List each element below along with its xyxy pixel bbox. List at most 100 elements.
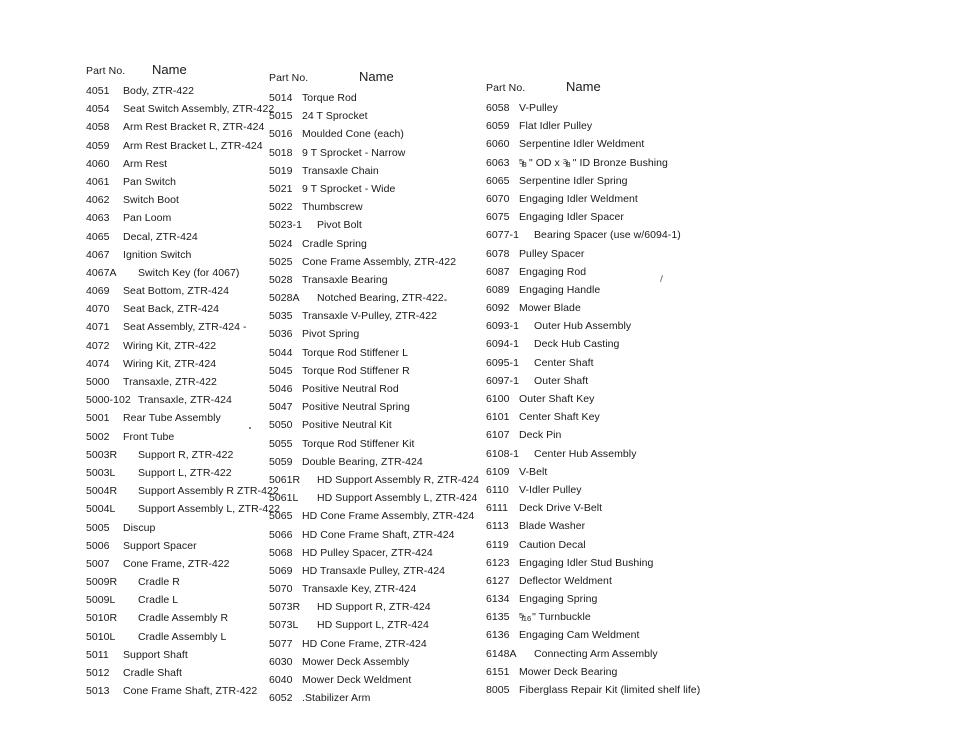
part-name: Transaxle Key, ZTR-424 [302,583,417,596]
part-number: 5012 [86,667,110,679]
part-name: Discup [123,521,156,534]
part-name: Engaging Idler Spacer [519,211,624,224]
fraction: 5/8 [519,156,527,169]
table-row: 5004L Support Assembly L, ZTR-422 [86,500,280,518]
table-row: 5009R Cradle R [86,573,276,591]
parts-rows: 6058 V-Pulley 6059 Flat Idler Pulley 6060 Ser… [486,99,701,699]
table-row: 5022 Thumbscrew [269,198,484,216]
table-row: 5059 Double Bearing, ZTR-424 [269,453,484,471]
table-row: 5000-102 Transaxle, ZTR-424 [86,391,276,409]
table-row: 6110 V-Idler Pulley [486,481,701,499]
table-row: 5065 HD Cone Frame Assembly, ZTR-424 [269,507,484,525]
table-row: 5046 Positive Neutral Rod [269,380,484,398]
table-row: 6134 Engaging Spring [486,590,701,608]
part-name: HD Pulley Spacer, ZTR-424 [302,546,433,559]
part-number: 6058 [486,102,510,114]
part-name: Ignition Switch [123,248,192,261]
parts-rows: 5014 Torque Rod 5015 24 T Sprocket 5016 Mould… [269,89,484,707]
part-name: Pulley Spacer [519,247,585,260]
part-number: 4051 [86,85,110,97]
part-name: Arm Rest Bracket L, ZTR-424 [123,139,263,152]
table-row: 5047 Positive Neutral Spring [269,398,484,416]
table-row: 5001 Rear Tube Assembly [86,409,276,427]
table-row: 5073R HD Support R, ZTR-424 [269,598,484,616]
part-name: Double Bearing, ZTR-424 [302,455,423,468]
table-row: 6151 Mower Deck Bearing [486,663,701,681]
parts-rows: 4051 Body, ZTR-422 4054 Seat Switch Assembl… [86,82,280,700]
part-number: 6108-1 [486,447,519,460]
table-row: 6136 Engaging Cam Weldment [486,626,701,644]
part-name: Moulded Cone (each) [302,128,404,141]
table-row: 5013 Cone Frame Shaft, ZTR-422 [86,682,276,700]
part-number: 6135 [486,611,510,624]
part-name: HD Transaxle Pulley, ZTR-424 [302,564,446,577]
part-name: 24 T Sprocket [302,110,368,123]
part-name: Wiring Kit, ZTR-424 [123,357,217,370]
part-name: Decal, ZTR-424 [123,230,198,243]
table-row: 5073L HD Support L, ZTR-424 [269,616,484,634]
table-row: 5011 Support Shaft [86,646,276,664]
part-name: HD Cone Frame, ZTR-424 [302,637,427,650]
part-name: Mower Blade [519,302,581,315]
part-name: Cradle Spring [302,237,367,250]
table-row: 6052 .Stabilizer Arm [269,689,484,707]
part-name: Caution Decal [519,538,586,551]
table-row: 5044 Torque Rod Stiffener L [269,344,484,362]
table-row: 5035 Transaxle V-Pulley, ZTR-422 [269,307,484,325]
part-number: 6077-1 [486,229,519,242]
part-name: Transaxle, ZTR-422 [123,376,217,388]
table-row: 5000 Transaxle, ZTR-422 [86,373,276,391]
column-header: Part No. Name [486,79,701,97]
part-name: 5/8 " OD x 3/8 " ID Bronze Bushing [519,156,668,169]
part-number: 6095-1 [486,356,519,369]
part-number: 5044 [269,346,293,359]
table-row: 6075 Engaging Idler Spacer [486,208,701,226]
table-row: 4063 Pan Loom [86,209,276,227]
part-number: 6089 [486,283,510,296]
part-number: 6094-1 [486,338,519,351]
part-name: HD Support Assembly R, ZTR-424 [317,473,479,486]
table-row: 5036 Pivot Spring [269,325,484,343]
part-number: 5028A [269,292,300,305]
part-name: Outer Shaft [534,374,589,387]
parts-column-3: Part No. Name 6058 V-Pulley 6059 Flat Idler… [486,79,701,699]
table-row: 5002 Front Tube [86,428,276,446]
part-name: Pan Switch [123,175,177,188]
part-name: 5/16 " Turnbuckle [519,611,591,624]
part-number: 5024 [269,237,293,250]
part-number: 6075 [486,211,510,224]
part-number: 5004L [86,503,116,516]
part-number: 5009R [86,576,118,589]
part-name: Support R, ZTR-422 [138,448,234,461]
part-name: Connecting Arm Assembly [534,647,658,660]
part-number: 5000 [86,376,110,388]
part-number: 6113 [486,520,509,533]
part-number: 5065 [269,510,293,523]
table-row: 4074 Wiring Kit, ZTR-424 [86,355,276,373]
table-row: 5023-1 Pivot Bolt [269,216,484,234]
part-number: 6097-1 [486,374,519,387]
column-header-part-no: Part No. [86,65,126,77]
part-name: Blade Washer [519,520,586,533]
table-row: 6060 Serpentine Idler Weldment [486,135,701,153]
table-row: 5028 Transaxle Bearing [269,271,484,289]
table-row: 6087 Engaging Rod [486,263,701,281]
part-number: 4059 [86,139,110,152]
table-row: 6063 5/8 " OD x 3/8 " ID Bronze Bushing [486,154,701,172]
part-number: 6111 [486,502,508,515]
part-number: 5073R [269,601,301,614]
part-name: Transaxle Bearing [302,273,388,286]
part-number: 5028 [269,273,293,286]
part-name: Engaging Spring [519,593,598,606]
part-name: Positive Neutral Kit [302,419,392,432]
table-row: 6093-1 Outer Hub Assembly [486,317,701,335]
part-number: 5015 [269,110,293,123]
part-name: Deck Pin [519,429,562,442]
part-number: 6119 [486,538,509,551]
part-name: Wiring Kit, ZTR-422 [123,339,217,352]
part-number: 6059 [486,120,510,133]
table-row: 5006 Support Spacer [86,537,276,555]
part-name: Notched Bearing, ZTR-422 [317,292,444,305]
part-number: 4067A [86,266,117,279]
part-name: V-Idler Pulley [519,483,582,496]
